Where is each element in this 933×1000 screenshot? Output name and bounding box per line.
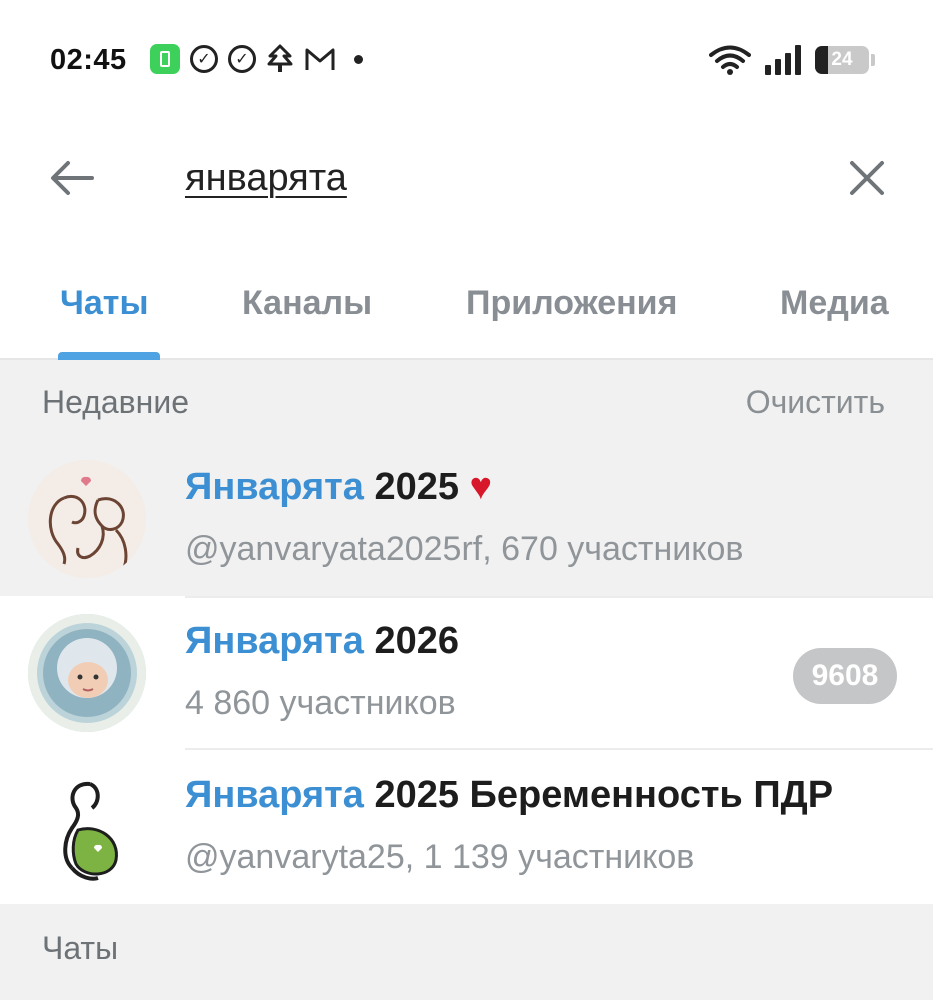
chat-subtitle: @yanvaryata2025rf, 670 участников	[185, 530, 744, 568]
tab-chats[interactable]: Чаты	[60, 284, 149, 323]
chat-row[interactable]: Январята 2025 Беременность ПДР @yanvaryt…	[0, 750, 933, 904]
avatar	[28, 768, 146, 886]
signal-icon	[765, 45, 801, 75]
unread-badge: 9608	[793, 648, 897, 704]
avatar	[28, 614, 146, 732]
search-bar	[0, 130, 933, 230]
chat-row[interactable]: Январята 2026 4 860 участников 9608	[0, 596, 933, 750]
chat-row[interactable]: Январята 2025 ♥ @yanvaryata2025rf, 670 у…	[0, 442, 933, 596]
wifi-icon	[709, 45, 751, 75]
battery-percent: 24	[831, 49, 853, 70]
status-bar: 02:45 ✓ ✓ 24	[0, 0, 933, 120]
tab-channels[interactable]: Каналы	[242, 284, 372, 323]
chat-subtitle: @yanvaryta25, 1 139 участников	[185, 838, 695, 876]
clear-recent-button[interactable]: Очистить	[746, 384, 885, 421]
search-tabs: Чаты Каналы Приложения Медиа	[0, 262, 933, 360]
avatar	[28, 460, 146, 578]
chat-name-rest: 2025 Беременность ПДР	[363, 774, 834, 816]
chats-section-title: Чаты	[42, 930, 119, 966]
chat-name: Январята 2026	[185, 620, 459, 663]
recent-header: Недавние Очистить	[0, 360, 933, 442]
back-button[interactable]	[46, 152, 98, 204]
recent-title: Недавние	[42, 384, 190, 420]
close-icon	[850, 161, 884, 195]
heart-icon: ♥	[469, 466, 493, 508]
chat-name: Январята 2025 ♥	[185, 466, 492, 509]
chat-name-highlight: Январята	[185, 466, 364, 508]
search-input[interactable]	[185, 152, 785, 204]
clear-search-button[interactable]	[841, 152, 893, 204]
battery-saver-icon	[150, 44, 180, 74]
check-circle-icon: ✓	[190, 45, 218, 73]
status-time: 02:45	[50, 44, 127, 76]
chat-subtitle: 4 860 участников	[185, 684, 456, 722]
arrow-left-icon	[51, 161, 94, 195]
chat-name-highlight: Январята	[185, 620, 364, 662]
chat-name-rest: 2026	[363, 620, 459, 662]
system-icons: 24	[709, 44, 875, 76]
tree-icon	[267, 44, 293, 72]
chats-section-header: Чаты	[0, 904, 933, 1000]
dot-icon	[354, 54, 363, 64]
divider	[185, 596, 933, 598]
battery-icon: 24	[815, 46, 869, 74]
chat-name: Январята 2025 Беременность ПДР	[185, 774, 833, 817]
tab-media[interactable]: Медиа	[780, 284, 889, 323]
notification-icons: ✓ ✓	[150, 44, 363, 74]
check-circle-icon: ✓	[228, 45, 256, 73]
tab-indicator	[58, 352, 160, 360]
chat-name-highlight: Январята	[185, 774, 364, 816]
gmail-icon	[305, 48, 335, 70]
tab-apps[interactable]: Приложения	[466, 284, 677, 323]
chat-name-rest: 2025	[363, 466, 459, 508]
